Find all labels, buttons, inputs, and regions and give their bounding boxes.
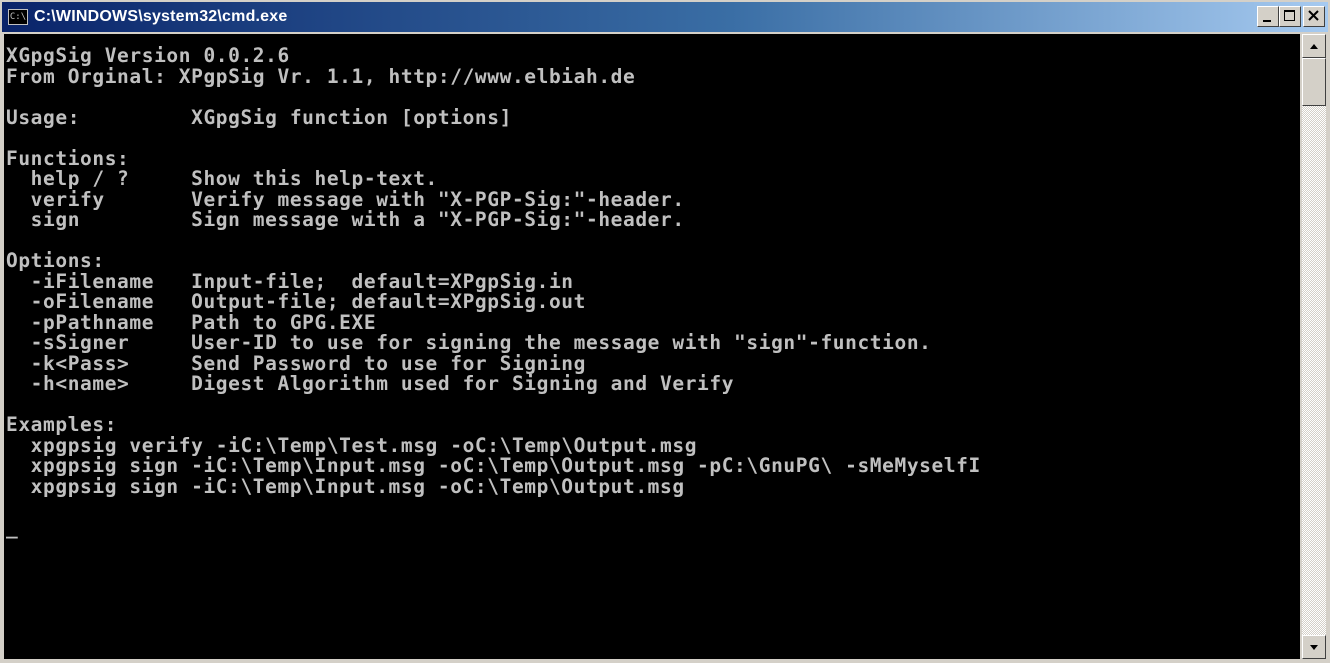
scroll-up-button[interactable] <box>1302 34 1326 58</box>
console-line: xpgpsig sign -iC:\Temp\Input.msg -oC:\Te… <box>6 474 685 498</box>
window-controls <box>1257 6 1325 27</box>
arrow-down-icon <box>1310 645 1318 650</box>
console-line: From Orginal: XPgpSig Vr. 1.1, http://ww… <box>6 64 636 88</box>
console-app-icon[interactable]: C:\ <box>8 9 28 25</box>
close-icon <box>1308 10 1319 21</box>
close-button[interactable] <box>1303 6 1325 27</box>
arrow-up-icon <box>1310 44 1318 49</box>
maximize-icon <box>1284 10 1295 21</box>
title-bar[interactable]: C:\ C:\WINDOWS\system32\cmd.exe <box>2 2 1328 32</box>
console-window: C:\ C:\WINDOWS\system32\cmd.exe XGpgSig … <box>0 0 1330 663</box>
maximize-button[interactable] <box>1279 6 1301 27</box>
console-line: -h<name> Digest Algorithm used for Signi… <box>6 372 735 395</box>
vertical-scrollbar[interactable] <box>1302 34 1326 659</box>
console-line: sign Sign message with a "X-PGP-Sig:"-he… <box>6 208 685 231</box>
minimize-button[interactable] <box>1257 6 1279 27</box>
console-line: _ <box>6 515 19 539</box>
scrollbar-thumb[interactable] <box>1302 58 1326 106</box>
console-text: XGpgSig Version 0.0.2.6 From Orginal: XP… <box>4 34 1300 538</box>
console-line: Usage: XGpgSig function [options] <box>6 105 512 129</box>
scroll-down-button[interactable] <box>1302 635 1326 659</box>
minimize-icon <box>1263 20 1271 22</box>
console-output-area[interactable]: XGpgSig Version 0.0.2.6 From Orginal: XP… <box>4 34 1300 659</box>
window-title: C:\WINDOWS\system32\cmd.exe <box>34 8 288 25</box>
